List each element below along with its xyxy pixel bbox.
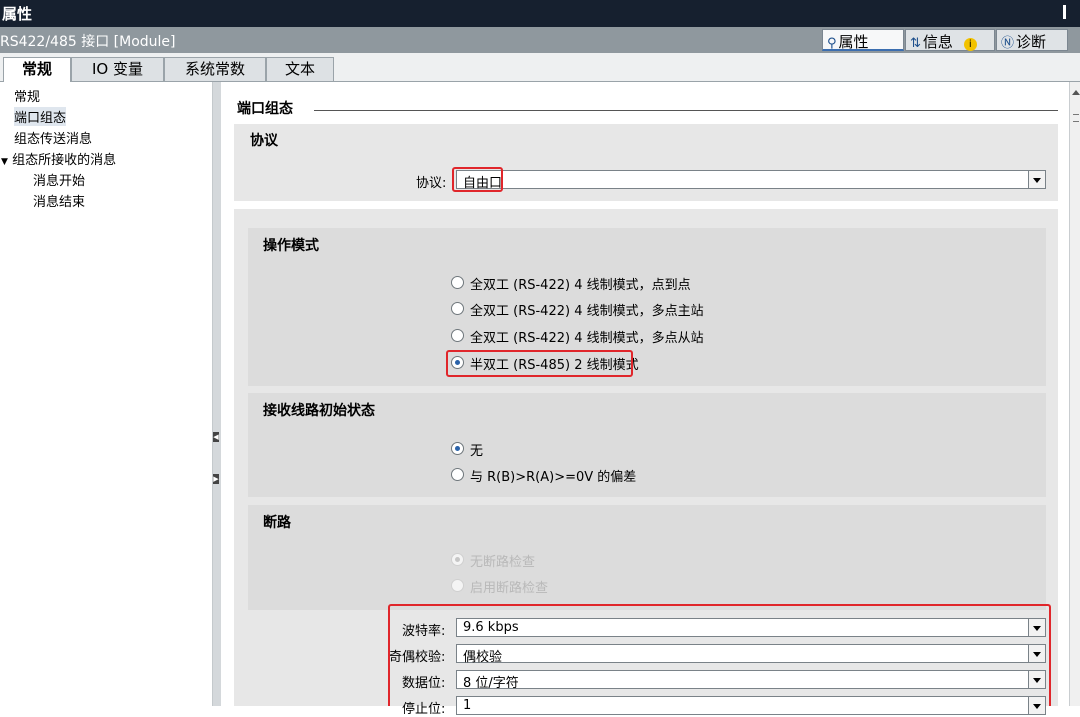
nav-item-receive-config[interactable]: ▼ 组态所接收的消息 [1, 149, 116, 168]
operation-mode-heading: 操作模式 [263, 238, 319, 254]
tab-io-tags[interactable]: IO 变量 [71, 57, 164, 81]
collapse-left-icon[interactable]: ◀ [213, 432, 219, 442]
tab-diagnostics[interactable]: Ⓝ 诊断 [996, 29, 1068, 51]
nav-item-message-start[interactable]: 消息开始 [33, 170, 85, 189]
wire-break-heading: 断路 [263, 515, 291, 531]
tab-general[interactable]: 常规 [3, 57, 71, 82]
tab-row: 常规 IO 变量 系统常数 文本 [0, 53, 1080, 82]
info-icon: ⇅ [910, 36, 921, 51]
protocol-panel [234, 124, 1058, 201]
protocol-label: 协议: [416, 176, 447, 191]
radio-opmode-3[interactable] [451, 329, 464, 342]
nav-item-message-end[interactable]: 消息结束 [33, 191, 85, 210]
window-title: 属性 [2, 5, 33, 23]
protocol-heading: 协议 [250, 133, 278, 149]
radio-no-wirebreak[interactable] [451, 553, 464, 566]
highlight-opmode [446, 350, 633, 377]
nav-item-general[interactable]: 常规 [14, 86, 40, 105]
diagnostics-icon: Ⓝ [1001, 36, 1015, 51]
radio-opmode-1[interactable] [451, 276, 464, 289]
panel-layout-icon[interactable] [1063, 5, 1076, 19]
expand-right-icon[interactable]: ▶ [213, 474, 219, 484]
expand-arrow-icon[interactable]: ▼ [1, 157, 8, 167]
no-wirebreak-label: 无断路检查 [470, 555, 536, 570]
tab-texts[interactable]: 文本 [266, 57, 334, 81]
scroll-grip-icon[interactable] [1073, 114, 1079, 122]
nav-item-transmit-config[interactable]: 组态传送消息 [14, 128, 92, 147]
section-divider [314, 110, 1058, 111]
tab-properties[interactable]: ⚲ 属性 [822, 29, 904, 51]
scroll-up-icon[interactable] [1072, 90, 1080, 95]
protocol-dropdown[interactable]: 自由口 [456, 170, 1046, 191]
highlight-settings [388, 604, 1051, 706]
line-state-heading: 接收线路初始状态 [263, 403, 375, 419]
tab-system-constants[interactable]: 系统常数 [164, 57, 266, 81]
radio-line-bias[interactable] [451, 468, 464, 481]
opmode-3-label: 全双工 (RS-422) 4 线制模式，多点从站 [470, 331, 704, 346]
line-none-label: 无 [470, 444, 484, 459]
radio-enable-wirebreak[interactable] [451, 579, 464, 592]
section-title: 端口组态 [237, 101, 293, 117]
opmode-2-label: 全双工 (RS-422) 4 线制模式，多点主站 [470, 304, 704, 319]
info-badge-icon: i [963, 38, 977, 51]
vertical-scrollbar[interactable] [1069, 82, 1080, 706]
navigation-tree: 常规 端口组态 组态传送消息 ▼ 组态所接收的消息 消息开始 消息结束 [0, 82, 213, 706]
chevron-down-icon[interactable] [1028, 171, 1045, 188]
title-bar: 属性 [0, 0, 1080, 27]
tab-info[interactable]: ⇅ 信息 i [905, 29, 995, 51]
properties-icon: ⚲ [827, 36, 837, 51]
splitter[interactable]: ◀ ▶ [213, 82, 221, 706]
wire-break-panel [248, 505, 1046, 610]
opmode-1-label: 全双工 (RS-422) 4 线制模式，点到点 [470, 278, 691, 293]
nav-item-port-config[interactable]: 端口组态 [14, 107, 67, 126]
radio-opmode-2[interactable] [451, 302, 464, 315]
line-bias-label: 与 R(B)>R(A)>=0V 的偏差 [470, 470, 637, 485]
radio-line-none[interactable] [451, 442, 464, 455]
highlight-protocol [452, 167, 503, 192]
enable-wirebreak-label: 启用断路检查 [470, 581, 549, 596]
module-name: RS422/485 接口 [Module] [0, 34, 176, 50]
